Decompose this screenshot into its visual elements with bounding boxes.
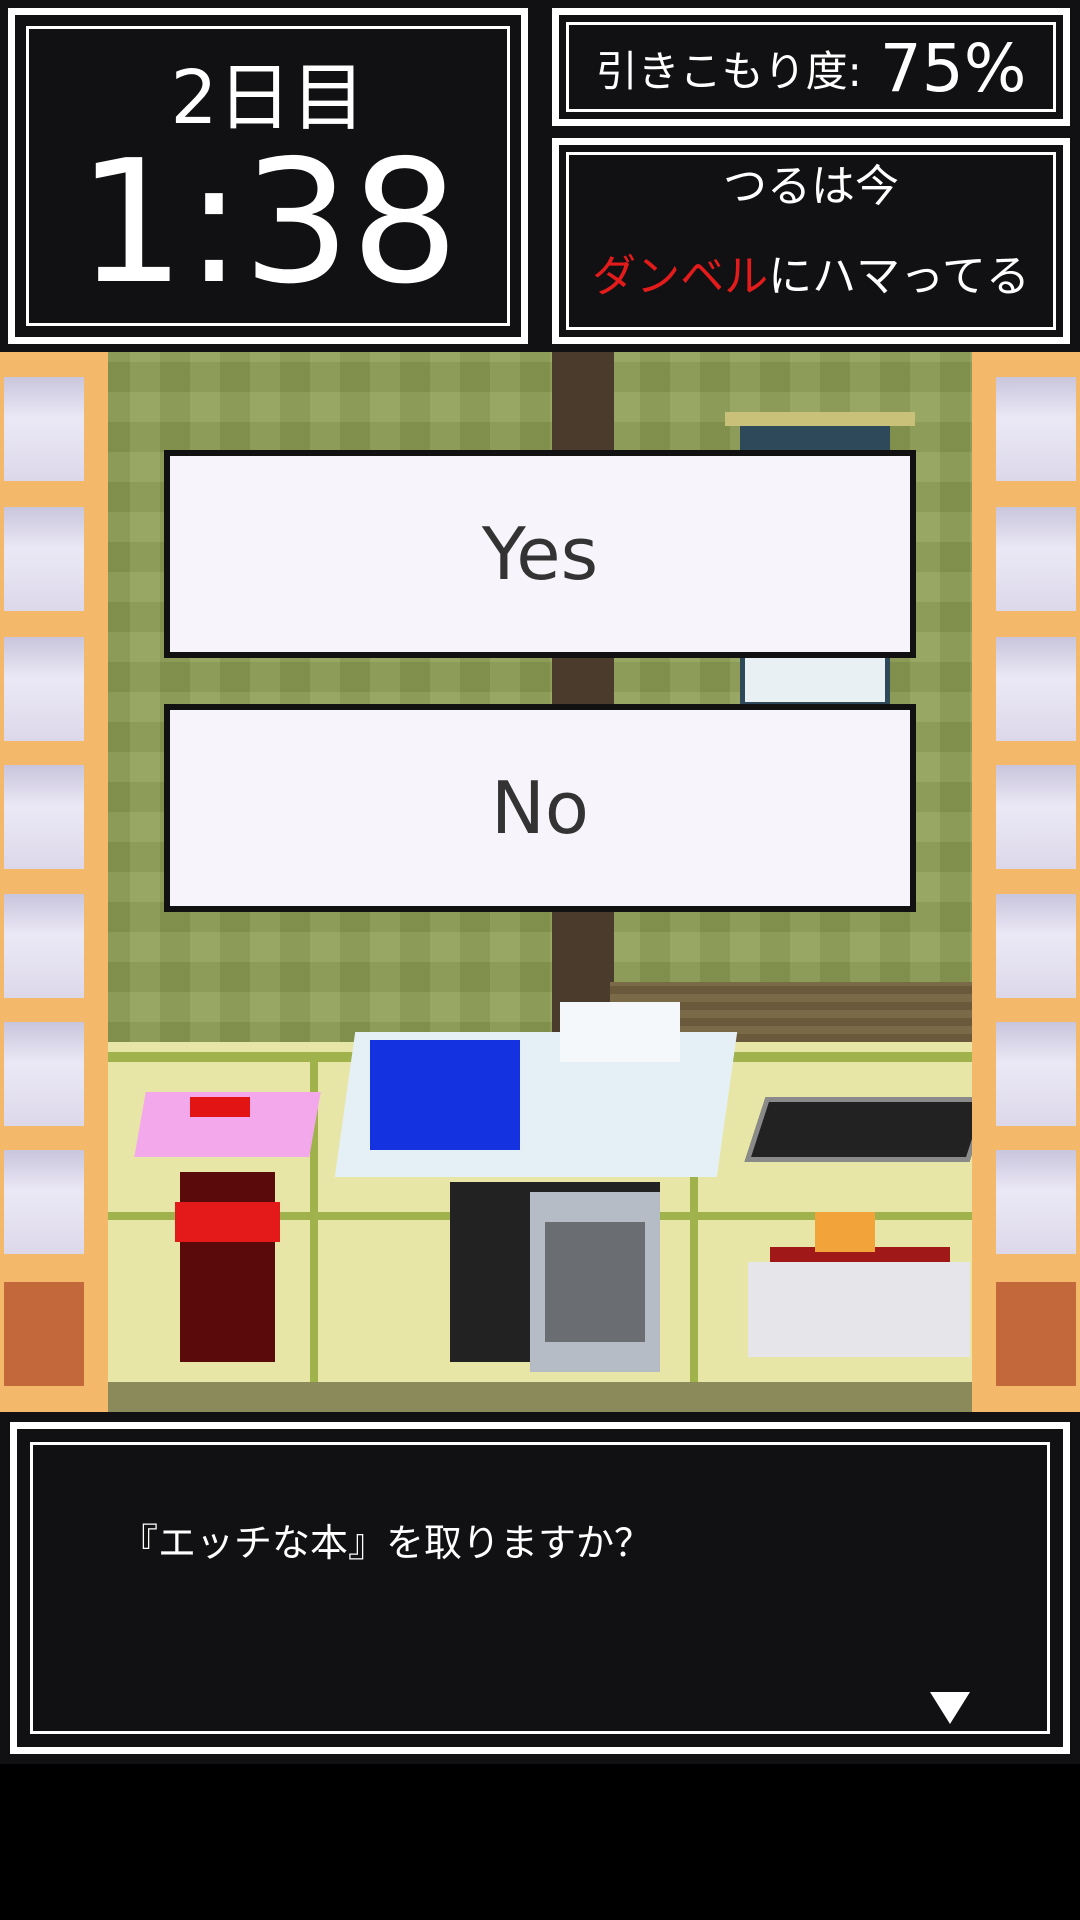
- hanging-scroll-rod: [725, 412, 915, 426]
- book-cover-mark: [190, 1097, 250, 1117]
- red-lamp[interactable]: [180, 1172, 275, 1362]
- triangle-down-icon[interactable]: [930, 1692, 970, 1724]
- message-text: 『エッチな本』を取りますか？: [120, 1521, 653, 1565]
- top-hud: 2日目 1:38 引きこもり度: 75% つるは今 ダンベルにハマってる: [0, 0, 1080, 352]
- shoji-right: [972, 352, 1080, 1412]
- pillow: [560, 1002, 680, 1062]
- status-item: ダンベル: [592, 251, 769, 302]
- hikikomori-value: 75%: [879, 30, 1027, 107]
- game-board-item[interactable]: [744, 1097, 991, 1162]
- yes-button[interactable]: Yes: [164, 450, 916, 658]
- no-button[interactable]: No: [164, 704, 916, 912]
- shoji-left: [0, 352, 108, 1412]
- day-time-panel: 2日目 1:38: [8, 8, 528, 344]
- status-suffix: にハマってる: [768, 251, 1030, 302]
- red-lamp-shade: [175, 1202, 280, 1242]
- no-button-label: No: [491, 766, 589, 850]
- clock-display: 1:38: [77, 124, 459, 322]
- crt-tv-screen: [545, 1222, 645, 1342]
- hikikomori-panel: 引きこもり度: 75%: [552, 8, 1070, 126]
- yes-button-label: Yes: [481, 512, 599, 596]
- hikikomori-label: 引きこもり度:: [595, 47, 862, 96]
- status-activity: ダンベルにハマってる: [552, 240, 1070, 304]
- blue-blanket: [370, 1040, 520, 1150]
- hanging-scroll-paper: [745, 657, 885, 702]
- message-box[interactable]: 『エッチな本』を取りますか？: [0, 1412, 1080, 1764]
- game-cartridge: [815, 1212, 875, 1252]
- status-line: つるは今: [723, 161, 899, 212]
- floor-edge: [100, 1382, 980, 1412]
- game-console[interactable]: [748, 1262, 970, 1357]
